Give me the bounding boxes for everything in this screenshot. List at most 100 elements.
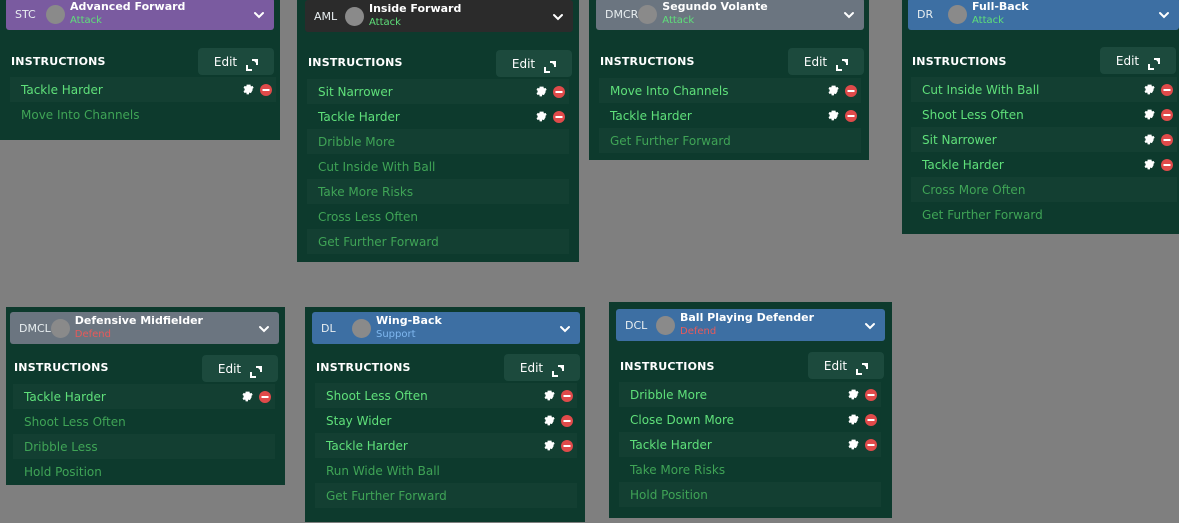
gear-icon[interactable] xyxy=(1142,158,1155,171)
remove-icon[interactable] xyxy=(865,388,877,401)
instruction-row[interactable]: Tackle Harder xyxy=(13,384,275,409)
instruction-row[interactable]: Get Further Forward xyxy=(315,483,577,508)
duty-label: Defend xyxy=(74,329,111,340)
duty-label: Attack xyxy=(70,15,102,26)
role-selector-dmcr[interactable]: DMCR Segundo Volante Attack xyxy=(596,0,864,30)
role-name: Segundo Volante xyxy=(662,0,768,13)
remove-icon[interactable] xyxy=(865,413,877,426)
instruction-row[interactable]: Hold Position xyxy=(13,459,275,484)
instruction-row[interactable]: Cross More Often xyxy=(911,177,1177,202)
instruction-row[interactable]: Stay Wider xyxy=(315,408,577,433)
duty-label: Defend xyxy=(680,326,717,337)
instruction-row[interactable]: Tackle Harder xyxy=(10,77,276,102)
instruction-row[interactable]: Dribble More xyxy=(307,129,569,154)
instruction-row[interactable]: Hold Position xyxy=(619,482,881,507)
instruction-label: Dribble Less xyxy=(24,439,98,454)
instruction-label: Tackle Harder xyxy=(326,438,408,453)
edit-instructions-button[interactable]: Edit xyxy=(202,355,278,382)
instruction-row[interactable]: Move Into Channels xyxy=(599,78,861,103)
instruction-row[interactable]: Get Further Forward xyxy=(599,128,861,153)
gear-icon[interactable] xyxy=(542,414,555,427)
remove-icon[interactable] xyxy=(553,85,565,98)
gear-icon[interactable] xyxy=(826,84,839,97)
instruction-row[interactable]: Tackle Harder xyxy=(911,152,1177,177)
gear-icon[interactable] xyxy=(534,110,547,123)
instruction-row[interactable]: Take More Risks xyxy=(307,179,569,204)
instruction-row[interactable]: Cut Inside With Ball xyxy=(911,77,1177,102)
remove-icon[interactable] xyxy=(1161,158,1173,171)
instruction-row[interactable]: Get Further Forward xyxy=(307,229,569,254)
instruction-row[interactable]: Tackle Harder xyxy=(315,433,577,458)
chevron-down-icon xyxy=(252,7,266,21)
edit-label: Edit xyxy=(213,54,238,69)
instruction-label: Move Into Channels xyxy=(21,107,140,122)
gear-icon[interactable] xyxy=(846,388,859,401)
gear-icon[interactable] xyxy=(240,390,253,403)
instructions-heading: INSTRUCTIONS xyxy=(620,360,715,373)
role-text: Advanced Forward Attack xyxy=(70,0,252,28)
remove-icon[interactable] xyxy=(553,110,565,123)
gear-icon[interactable] xyxy=(846,413,859,426)
instruction-row[interactable]: Tackle Harder xyxy=(307,104,569,129)
edit-instructions-button[interactable]: Edit xyxy=(496,50,572,77)
remove-icon[interactable] xyxy=(561,414,573,427)
instruction-actions xyxy=(542,389,573,402)
remove-icon[interactable] xyxy=(259,390,271,403)
role-selector-dr[interactable]: DR Full-Back Attack xyxy=(908,0,1179,30)
remove-icon[interactable] xyxy=(865,438,877,451)
gear-icon[interactable] xyxy=(1142,108,1155,121)
remove-icon[interactable] xyxy=(561,439,573,452)
gear-icon[interactable] xyxy=(826,109,839,122)
edit-instructions-button[interactable]: Edit xyxy=(1100,47,1176,74)
role-selector-dl[interactable]: DL Wing-Back Support xyxy=(312,312,580,344)
gear-icon[interactable] xyxy=(534,85,547,98)
edit-instructions-button[interactable]: Edit xyxy=(198,48,274,75)
instruction-row[interactable]: Sit Narrower xyxy=(307,79,569,104)
gear-icon[interactable] xyxy=(1142,83,1155,96)
role-text: Segundo Volante Attack xyxy=(662,0,842,28)
gear-icon[interactable] xyxy=(1142,133,1155,146)
role-selector-dcl[interactable]: DCL Ball Playing Defender Defend xyxy=(616,309,885,341)
instruction-row[interactable]: Dribble More xyxy=(619,382,881,407)
gear-icon[interactable] xyxy=(542,389,555,402)
remove-icon[interactable] xyxy=(260,83,272,96)
remove-icon[interactable] xyxy=(845,109,857,122)
instruction-row[interactable]: Shoot Less Often xyxy=(911,102,1177,127)
remove-icon[interactable] xyxy=(845,84,857,97)
instruction-row[interactable]: Get Further Forward xyxy=(911,202,1177,227)
role-name: Full-Back xyxy=(972,0,1029,13)
instruction-actions xyxy=(534,85,565,98)
player-avatar-icon xyxy=(656,315,675,335)
role-text: Inside Forward Attack xyxy=(369,2,551,30)
instruction-row[interactable]: Tackle Harder xyxy=(619,432,881,457)
instruction-row[interactable]: Tackle Harder xyxy=(599,103,861,128)
instruction-label: Sit Narrower xyxy=(922,132,997,147)
edit-instructions-button[interactable]: Edit xyxy=(808,352,884,379)
instruction-row[interactable]: Run Wide With Ball xyxy=(315,458,577,483)
instruction-row[interactable]: Cross Less Often xyxy=(307,204,569,229)
edit-instructions-button[interactable]: Edit xyxy=(788,48,864,75)
duty-label: Attack xyxy=(369,17,401,28)
instruction-row[interactable]: Move Into Channels xyxy=(10,102,276,127)
gear-icon[interactable] xyxy=(241,83,254,96)
edit-instructions-button[interactable]: Edit xyxy=(504,354,580,381)
role-selector-stc[interactable]: STC Advanced Forward Attack xyxy=(6,0,274,30)
instruction-row[interactable]: Shoot Less Often xyxy=(315,383,577,408)
remove-icon[interactable] xyxy=(1161,108,1173,121)
instruction-row[interactable]: Close Down More xyxy=(619,407,881,432)
remove-icon[interactable] xyxy=(1161,133,1173,146)
instruction-row[interactable]: Cut Inside With Ball xyxy=(307,154,569,179)
instruction-row[interactable]: Sit Narrower xyxy=(911,127,1177,152)
gear-icon[interactable] xyxy=(846,438,859,451)
instructions-list: Tackle Harder Shoot Less Often Dribble Les… xyxy=(13,384,275,484)
remove-icon[interactable] xyxy=(561,389,573,402)
role-selector-aml[interactable]: AML Inside Forward Attack xyxy=(305,0,573,32)
remove-icon[interactable] xyxy=(1161,83,1173,96)
role-selector-dmcl[interactable]: DMCL Defensive Midfielder Defend xyxy=(10,312,279,344)
instruction-row[interactable]: Shoot Less Often xyxy=(13,409,275,434)
gear-icon[interactable] xyxy=(542,439,555,452)
instruction-row[interactable]: Dribble Less xyxy=(13,434,275,459)
instruction-label: Take More Risks xyxy=(630,462,726,477)
instruction-actions xyxy=(241,83,272,96)
instruction-row[interactable]: Take More Risks xyxy=(619,457,881,482)
